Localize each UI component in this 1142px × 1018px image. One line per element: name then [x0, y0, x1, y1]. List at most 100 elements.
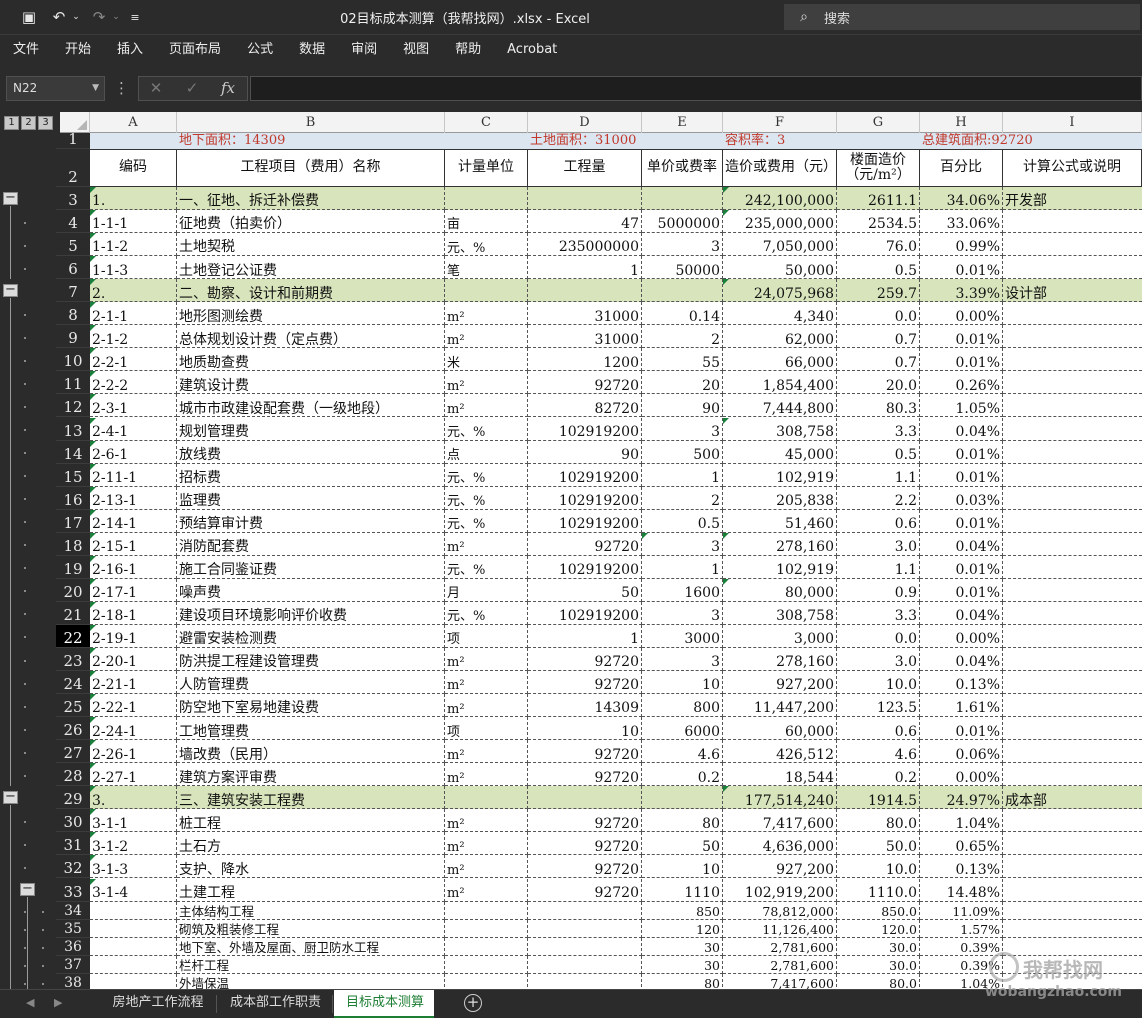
- cell-i-19[interactable]: [1003, 556, 1142, 579]
- cell-i-28[interactable]: [1003, 763, 1142, 787]
- cell-h-8[interactable]: 0.00%: [920, 302, 1003, 326]
- cell-e-30[interactable]: 80: [642, 809, 723, 833]
- cell-d-5[interactable]: 235000000: [528, 233, 642, 257]
- cell-h-38[interactable]: 1.04%: [920, 973, 1003, 989]
- cell-d-32[interactable]: 92720: [528, 855, 642, 879]
- cell-i-31[interactable]: [1003, 832, 1142, 856]
- cell-c-17[interactable]: 元、%: [445, 509, 528, 533]
- cell-h-33[interactable]: 14.48%: [920, 878, 1003, 902]
- row-header-22[interactable]: 22: [56, 624, 90, 648]
- cell-h-30[interactable]: 1.04%: [920, 809, 1003, 833]
- cell-i-17[interactable]: [1003, 510, 1142, 533]
- cell-i-16[interactable]: [1003, 487, 1142, 510]
- sheet-tab-2[interactable]: 目标成本测算: [334, 990, 434, 1018]
- cell-i-3[interactable]: 开发部: [1003, 187, 1142, 211]
- cell-b-10[interactable]: 地质勘查费: [177, 348, 445, 372]
- cell-d-21[interactable]: 102919200: [528, 601, 642, 625]
- cell-d-28[interactable]: 92720: [528, 763, 642, 787]
- cell-c-31[interactable]: m²: [445, 832, 528, 856]
- cell-c-37[interactable]: [445, 955, 528, 974]
- cell-e-7[interactable]: [642, 279, 723, 303]
- cell-a-19[interactable]: 2-16-1: [90, 555, 177, 579]
- summary-underground-area[interactable]: 地下面积：14309: [177, 133, 287, 149]
- cell-i-22[interactable]: [1003, 625, 1142, 648]
- cell-d-10[interactable]: 1200: [528, 348, 642, 372]
- cell-d-38[interactable]: [528, 973, 642, 989]
- row-header-3[interactable]: 3: [56, 187, 90, 211]
- cell-i-20[interactable]: [1003, 579, 1142, 602]
- next-sheet-icon[interactable]: ▶: [54, 996, 62, 1009]
- row-header-13[interactable]: 13: [56, 418, 90, 441]
- cell-c-4[interactable]: 亩: [445, 210, 528, 234]
- cell-f-35[interactable]: 11,126,400: [723, 919, 837, 938]
- menu-item-5[interactable]: 数据: [286, 36, 338, 64]
- cell-b-15[interactable]: 招标费: [177, 463, 445, 487]
- cell-e-15[interactable]: 1: [642, 463, 723, 487]
- cell-b-29[interactable]: 三、建筑安装工程费: [177, 786, 445, 810]
- cell-i-38[interactable]: [1003, 974, 1142, 989]
- cell-i-15[interactable]: [1003, 464, 1142, 487]
- cell-g-12[interactable]: 80.3: [837, 394, 920, 418]
- cell-h-9[interactable]: 0.01%: [920, 325, 1003, 349]
- cell-f-3[interactable]: 242,100,000: [723, 187, 837, 211]
- cell-h-35[interactable]: 1.57%: [920, 919, 1003, 938]
- cell-d-16[interactable]: 102919200: [528, 486, 642, 510]
- row-header-34[interactable]: 34: [56, 902, 90, 920]
- cell-g-25[interactable]: 123.5: [837, 694, 920, 718]
- row-header-33[interactable]: 33: [56, 879, 90, 902]
- cell-e-28[interactable]: 0.2: [642, 763, 723, 787]
- cell-e-14[interactable]: 500: [642, 440, 723, 464]
- menu-item-8[interactable]: 帮助: [442, 36, 494, 64]
- cell-f-36[interactable]: 2,781,600: [723, 937, 837, 956]
- cell-a-12[interactable]: 2-3-1: [90, 394, 177, 418]
- cell-h-16[interactable]: 0.03%: [920, 486, 1003, 510]
- cell-g-38[interactable]: 80.0: [837, 973, 920, 989]
- row-header-27[interactable]: 27: [56, 740, 90, 764]
- sheet-tab-1[interactable]: 成本部工作职责: [218, 990, 332, 1018]
- cell-a-25[interactable]: 2-22-1: [90, 694, 177, 718]
- cell-f-5[interactable]: 7,050,000: [723, 233, 837, 257]
- collapse-subgroup-button[interactable]: −: [20, 882, 35, 896]
- cell-f-25[interactable]: 11,447,200: [723, 694, 837, 718]
- cell-i-5[interactable]: [1003, 233, 1142, 257]
- cell-c-8[interactable]: m²: [445, 302, 528, 326]
- row-header-30[interactable]: 30: [56, 809, 90, 833]
- cell-a-5[interactable]: 1-1-2: [90, 233, 177, 257]
- cell-h-29[interactable]: 24.97%: [920, 786, 1003, 810]
- cell-g-13[interactable]: 3.3: [837, 417, 920, 441]
- cell-a-16[interactable]: 2-13-1: [90, 486, 177, 510]
- cell-f-32[interactable]: 927,200: [723, 855, 837, 879]
- cell-a-9[interactable]: 2-1-2: [90, 325, 177, 349]
- cell-a-6[interactable]: 1-1-3: [90, 256, 177, 280]
- more-options-icon[interactable]: ⋮: [114, 76, 129, 101]
- cell-f-18[interactable]: 278,160: [723, 532, 837, 556]
- cell-f-38[interactable]: 7,417,600: [723, 973, 837, 989]
- cell-e-6[interactable]: 50000: [642, 256, 723, 280]
- cell-i-14[interactable]: [1003, 441, 1142, 464]
- cell-b-20[interactable]: 噪声费: [177, 578, 445, 602]
- cell-d-35[interactable]: [528, 919, 642, 938]
- cell-h-10[interactable]: 0.01%: [920, 348, 1003, 372]
- cell-b-4[interactable]: 征地费（拍卖价）: [177, 210, 445, 234]
- cell-g-18[interactable]: 3.0: [837, 532, 920, 556]
- cell-h-5[interactable]: 0.99%: [920, 233, 1003, 257]
- cell-b-27[interactable]: 墙改费（民用）: [177, 740, 445, 764]
- row-header-19[interactable]: 19: [56, 556, 90, 579]
- row-header-9[interactable]: 9: [56, 325, 90, 349]
- cell-e-31[interactable]: 50: [642, 832, 723, 856]
- cell-b-22[interactable]: 避雷安装检测费: [177, 624, 445, 648]
- cell-b-33[interactable]: 土建工程: [177, 878, 445, 902]
- column-header-H[interactable]: H: [920, 112, 1003, 133]
- cell-f-31[interactable]: 4,636,000: [723, 832, 837, 856]
- row-header-16[interactable]: 16: [56, 487, 90, 510]
- summary-plot-ratio[interactable]: 容积率：3: [723, 133, 787, 149]
- cell-i-11[interactable]: [1003, 371, 1142, 395]
- cell-d-34[interactable]: [528, 901, 642, 920]
- cell-g-34[interactable]: 850.0: [837, 901, 920, 920]
- cell-i-36[interactable]: [1003, 938, 1142, 956]
- row-header-10[interactable]: 10: [56, 348, 90, 372]
- row-header-26[interactable]: 26: [56, 717, 90, 741]
- cell-f-27[interactable]: 426,512: [723, 740, 837, 764]
- cell-b-34[interactable]: 主体结构工程: [177, 901, 445, 920]
- row-header-28[interactable]: 28: [56, 763, 90, 787]
